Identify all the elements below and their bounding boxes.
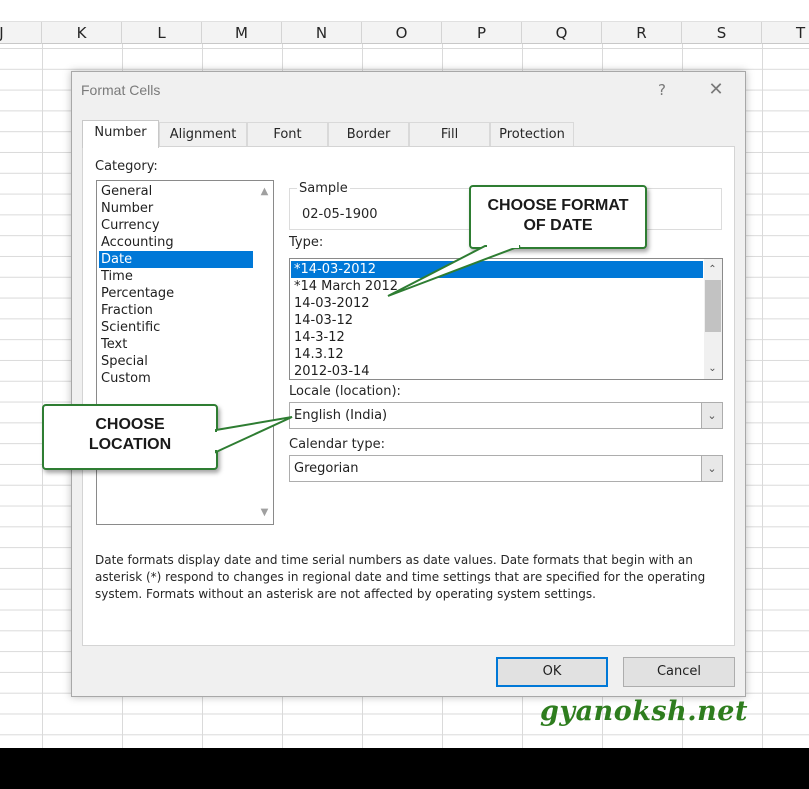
- callout-location-line1: CHOOSE: [95, 416, 165, 433]
- type-option[interactable]: 14.3.12: [291, 346, 703, 363]
- callout-location-line2: LOCATION: [88, 436, 172, 453]
- chevron-down-icon[interactable]: ▼: [256, 504, 273, 521]
- type-option[interactable]: *14-03-2012: [291, 261, 703, 278]
- column-header-j[interactable]: J: [0, 22, 42, 44]
- type-scrollbar[interactable]: ⌃ ⌄: [704, 259, 722, 379]
- column-header-k[interactable]: K: [42, 22, 122, 44]
- type-list[interactable]: *14-03-2012 *14 March 2012 14-03-2012 14…: [289, 258, 723, 380]
- sample-value: 02-05-1900: [302, 207, 378, 222]
- type-scrollbar-thumb[interactable]: [705, 280, 721, 332]
- format-cells-dialog: Format Cells ? ✕ Number Alignment Font B…: [71, 71, 746, 697]
- category-list[interactable]: General Number Currency Accounting Date …: [96, 180, 274, 525]
- category-text[interactable]: Text: [99, 336, 253, 353]
- category-fraction[interactable]: Fraction: [99, 302, 253, 319]
- category-special[interactable]: Special: [99, 353, 253, 370]
- column-header-m[interactable]: M: [202, 22, 282, 44]
- column-header-r[interactable]: R: [602, 22, 682, 44]
- tab-number[interactable]: Number: [82, 120, 159, 148]
- chevron-down-icon[interactable]: ⌄: [704, 360, 721, 377]
- chevron-up-icon[interactable]: ⌃: [704, 261, 721, 278]
- locale-select[interactable]: English (India) ⌄: [289, 402, 723, 429]
- chevron-down-icon[interactable]: ⌄: [701, 456, 722, 481]
- category-custom[interactable]: Custom: [99, 370, 253, 387]
- locale-label: Locale (location):: [289, 384, 401, 399]
- callout-choose-location: CHOOSE LOCATION: [42, 404, 218, 470]
- type-option[interactable]: 2012-03-14: [291, 363, 703, 379]
- callout-date-line1: CHOOSE FORMAT: [487, 197, 629, 214]
- callout-date-line2: OF DATE: [523, 217, 593, 234]
- category-scrollbar[interactable]: ▲ ▼: [256, 181, 273, 524]
- column-header-o[interactable]: O: [362, 22, 442, 44]
- type-option[interactable]: *14 March 2012: [291, 278, 703, 295]
- column-header-p[interactable]: P: [442, 22, 522, 44]
- type-option[interactable]: 14-03-2012: [291, 295, 703, 312]
- column-header-s[interactable]: S: [682, 22, 762, 44]
- category-scientific[interactable]: Scientific: [99, 319, 253, 336]
- category-date[interactable]: Date: [99, 251, 253, 268]
- category-percentage[interactable]: Percentage: [99, 285, 253, 302]
- calendar-label: Calendar type:: [289, 437, 386, 452]
- calendar-value: Gregorian: [294, 461, 359, 476]
- category-time[interactable]: Time: [99, 268, 253, 285]
- type-option[interactable]: 14-03-12: [291, 312, 703, 329]
- callout-choose-date-format: CHOOSE FORMAT OF DATE: [469, 185, 647, 249]
- dialog-tabs: Number Alignment Font Border Fill Protec…: [82, 120, 652, 148]
- column-header-t[interactable]: T: [762, 22, 809, 44]
- column-header-q[interactable]: Q: [522, 22, 602, 44]
- sample-label: Sample: [297, 181, 350, 196]
- category-label: Category:: [95, 159, 158, 174]
- close-button[interactable]: ✕: [704, 78, 728, 102]
- tab-protection[interactable]: Protection: [490, 122, 574, 147]
- column-header-row: J K L M N O P Q R S T: [0, 22, 809, 44]
- calendar-select[interactable]: Gregorian ⌄: [289, 455, 723, 482]
- tab-alignment[interactable]: Alignment: [159, 122, 247, 147]
- tab-border[interactable]: Border: [328, 122, 409, 147]
- sheet-top-strip: [0, 0, 809, 22]
- format-description: Date formats display date and time seria…: [95, 553, 706, 601]
- chevron-up-icon[interactable]: ▲: [256, 183, 273, 200]
- category-accounting[interactable]: Accounting: [99, 234, 253, 251]
- watermark-logo: gyanoksh.net: [540, 696, 748, 727]
- category-currency[interactable]: Currency: [99, 217, 253, 234]
- tab-font[interactable]: Font: [247, 122, 328, 147]
- dialog-title: Format Cells: [81, 82, 161, 98]
- category-general[interactable]: General: [99, 183, 253, 200]
- column-header-n[interactable]: N: [282, 22, 362, 44]
- ok-button[interactable]: OK: [496, 657, 608, 687]
- category-number[interactable]: Number: [99, 200, 253, 217]
- help-button[interactable]: ?: [650, 78, 674, 102]
- column-header-l[interactable]: L: [122, 22, 202, 44]
- cancel-button[interactable]: Cancel: [623, 657, 735, 687]
- type-option[interactable]: 14-3-12: [291, 329, 703, 346]
- chevron-down-icon[interactable]: ⌄: [701, 403, 722, 428]
- tab-fill[interactable]: Fill: [409, 122, 490, 147]
- bottom-black-bar: [0, 748, 809, 789]
- type-label: Type:: [289, 235, 324, 250]
- locale-value: English (India): [294, 408, 388, 423]
